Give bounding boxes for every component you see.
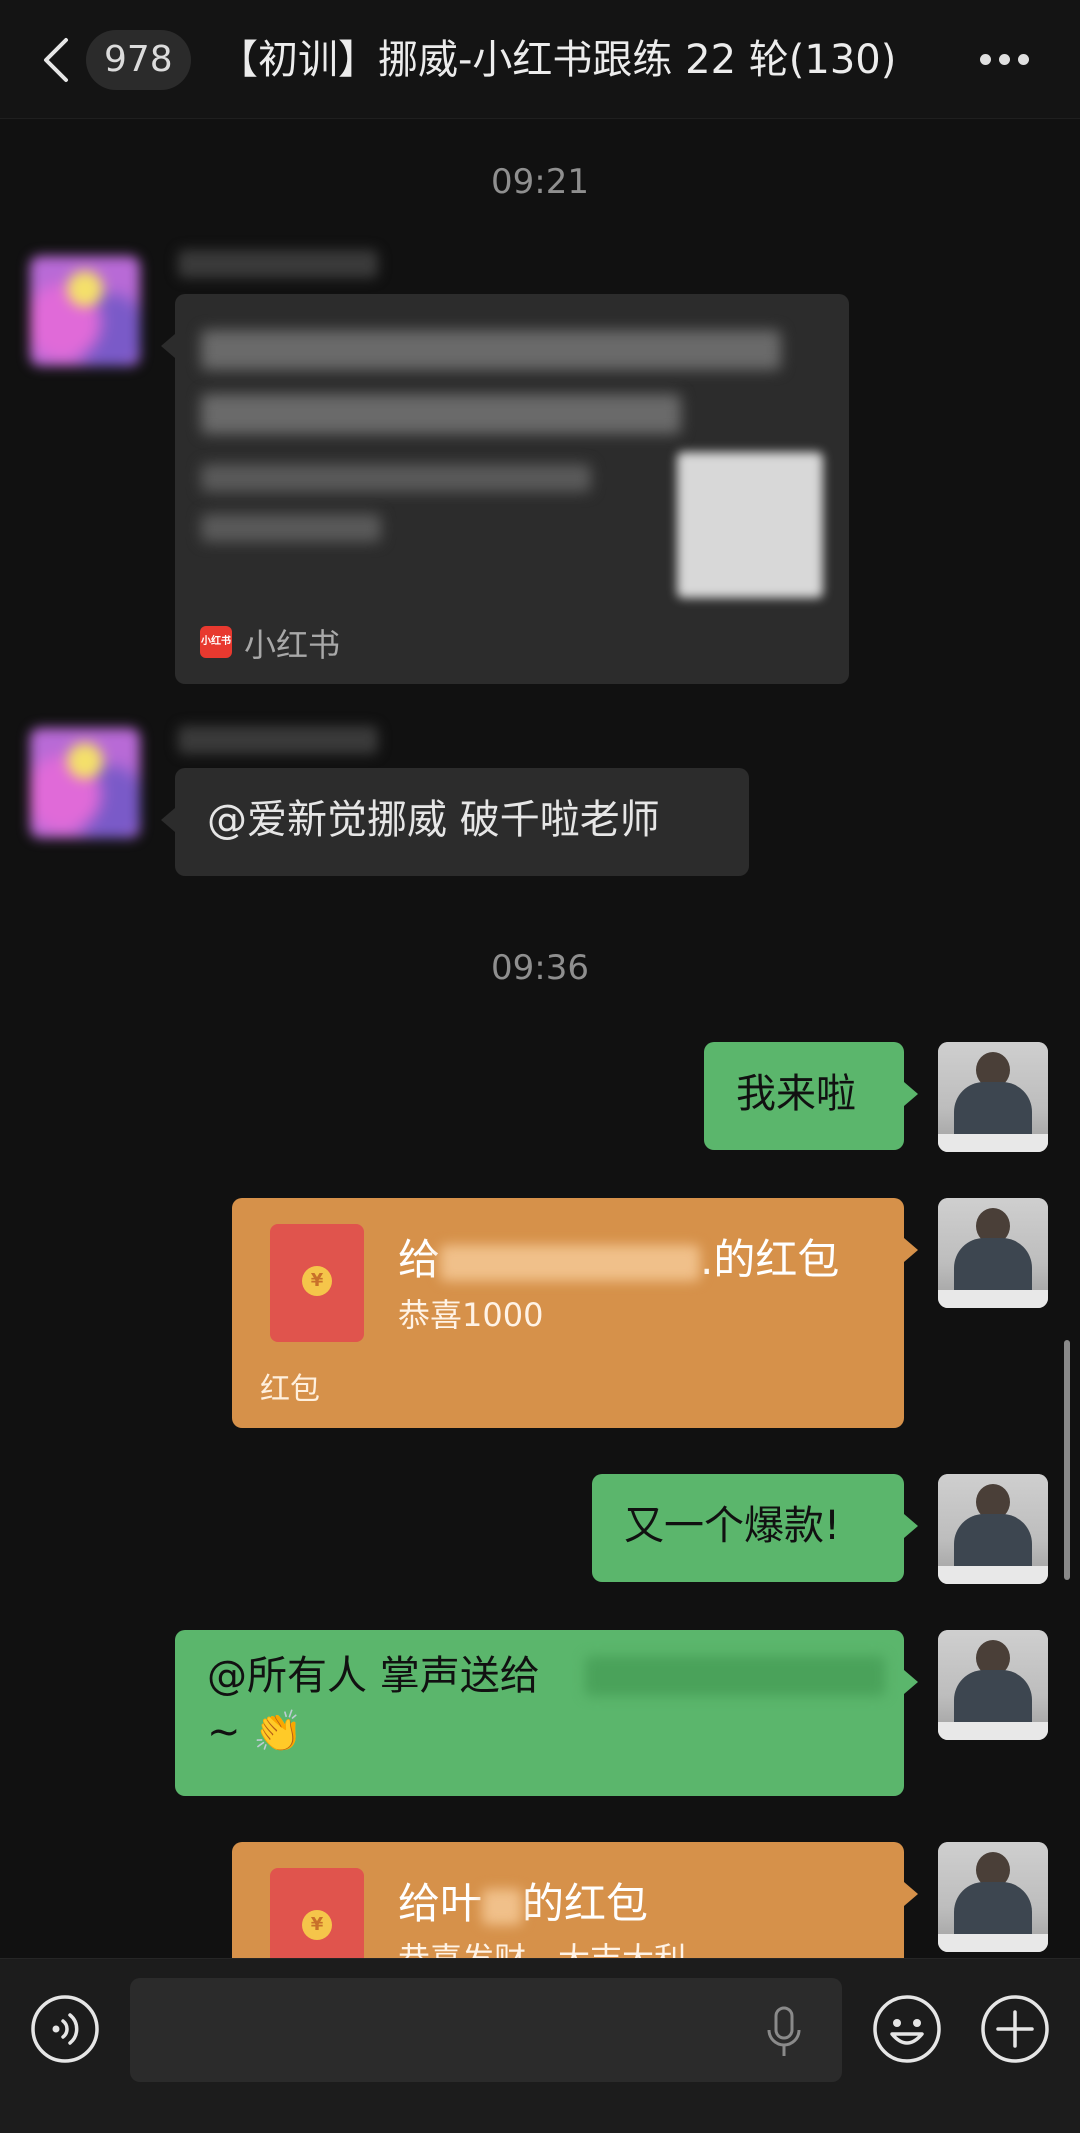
self-avatar[interactable] bbox=[938, 1474, 1048, 1584]
red-packet-title-suffix: 的红包 bbox=[522, 1879, 649, 1928]
red-envelope-icon: ¥ bbox=[270, 1224, 364, 1342]
plus-icon[interactable] bbox=[980, 1994, 1050, 2064]
chevron-left-icon[interactable] bbox=[38, 36, 78, 84]
red-packet-card[interactable]: ¥ 给 .的红包 恭喜1000 红包 bbox=[232, 1198, 918, 1428]
red-packet-title-prefix: 给 bbox=[398, 1235, 441, 1284]
share-source: 小红书 bbox=[244, 626, 341, 664]
xiaohongshu-logo-icon: 小红书 bbox=[200, 626, 232, 658]
message-bubble-self[interactable]: 我来啦 bbox=[704, 1042, 918, 1150]
self-avatar[interactable] bbox=[938, 1842, 1048, 1952]
red-packet-label: 红包 bbox=[260, 1372, 320, 1407]
message-text: @所有人 掌声送给 bbox=[207, 1653, 540, 1699]
chat-title[interactable]: 【初训】挪威-小红书跟练 22 轮(130) bbox=[218, 28, 930, 92]
sender-avatar[interactable] bbox=[30, 256, 140, 366]
sender-avatar[interactable] bbox=[30, 728, 140, 838]
self-avatar[interactable] bbox=[938, 1630, 1048, 1740]
message-text: @爱新觉挪威 破千啦老师 bbox=[207, 797, 660, 843]
message-text-line2: ~ 👏 bbox=[207, 1709, 304, 1755]
emoji-icon[interactable] bbox=[872, 1994, 942, 2064]
self-avatar[interactable] bbox=[938, 1198, 1048, 1308]
scrollbar[interactable] bbox=[1064, 1340, 1070, 1580]
unread-count-badge[interactable]: 978 bbox=[86, 30, 191, 90]
red-packet-title-prefix: 给叶 bbox=[398, 1879, 483, 1928]
red-packet-greeting: 恭喜1000 bbox=[398, 1296, 544, 1334]
voice-icon[interactable] bbox=[30, 1994, 100, 2064]
sender-name bbox=[178, 250, 378, 278]
message-input[interactable] bbox=[130, 1978, 842, 2082]
mic-icon[interactable] bbox=[764, 2006, 804, 2060]
sender-name bbox=[178, 726, 378, 754]
share-thumbnail bbox=[677, 452, 823, 598]
message-bubble[interactable]: @爱新觉挪威 破千啦老师 bbox=[161, 768, 749, 876]
message-text: 又一个爆款! bbox=[624, 1503, 841, 1549]
timestamp: 09:21 bbox=[491, 162, 589, 202]
self-avatar[interactable] bbox=[938, 1042, 1048, 1152]
message-bubble-self[interactable]: @所有人 掌声送给 ~ 👏 bbox=[175, 1630, 918, 1796]
message-bubble-self[interactable]: 又一个爆款! bbox=[592, 1474, 918, 1582]
red-packet-title-suffix: .的红包 bbox=[700, 1235, 840, 1284]
timestamp: 09:36 bbox=[491, 948, 589, 988]
more-dots-icon[interactable] bbox=[980, 50, 1030, 70]
message-text: 我来啦 bbox=[736, 1071, 856, 1117]
